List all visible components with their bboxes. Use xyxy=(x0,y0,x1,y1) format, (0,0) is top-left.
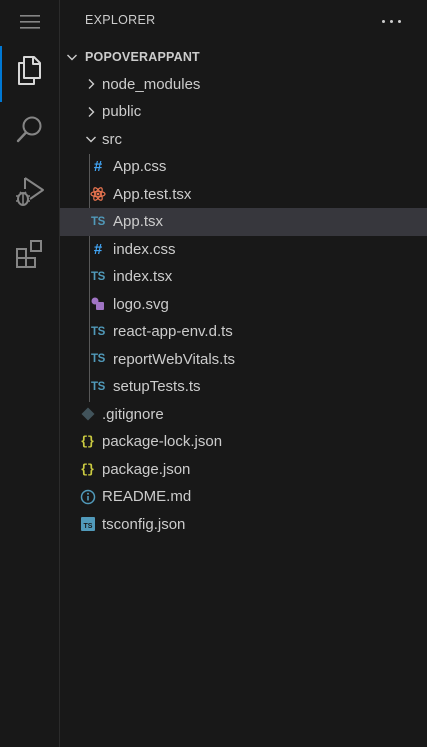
json-file-icon: {} xyxy=(80,461,95,477)
folder-src[interactable]: src xyxy=(60,126,427,154)
file-label: react-app-env.d.ts xyxy=(113,323,233,341)
file-react-app-env[interactable]: TS react-app-env.d.ts xyxy=(60,318,427,346)
file-label: tsconfig.json xyxy=(102,515,186,533)
file-logo-svg[interactable]: logo.svg xyxy=(60,291,427,319)
file-label: logo.svg xyxy=(113,295,169,313)
file-tsconfig[interactable]: TS tsconfig.json xyxy=(60,511,427,539)
file-label: package-lock.json xyxy=(102,433,223,451)
more-actions-button[interactable] xyxy=(378,8,404,34)
extensions-icon xyxy=(16,240,42,268)
run-debug-icon xyxy=(16,177,44,206)
file-label: reportWebVitals.ts xyxy=(113,350,235,368)
svg-text:TS: TS xyxy=(84,523,93,530)
ellipsis-icon xyxy=(379,19,403,23)
file-label: App.test.tsx xyxy=(113,185,192,203)
file-tree: POPOVERAPPANT node_modules public src # … xyxy=(60,43,427,538)
file-index-css[interactable]: # index.css xyxy=(60,236,427,264)
explorer-view-button[interactable] xyxy=(0,42,60,102)
typescript-icon: TS xyxy=(90,380,106,393)
css-file-icon: # xyxy=(93,158,103,176)
file-app-test[interactable]: App.test.tsx xyxy=(60,181,427,209)
typescript-icon: TS xyxy=(90,353,106,366)
file-label: README.md xyxy=(102,488,192,506)
file-label: package.json xyxy=(102,460,191,478)
file-package-json[interactable]: {} package.json xyxy=(60,456,427,484)
tree-root-folder[interactable]: POPOVERAPPANT xyxy=(60,43,427,71)
typescript-icon: TS xyxy=(90,270,106,283)
file-label: .gitignore xyxy=(102,405,164,423)
folder-label: src xyxy=(102,130,122,148)
file-app-css[interactable]: # App.css xyxy=(60,153,427,181)
typescript-icon: TS xyxy=(90,325,106,338)
folder-node-modules[interactable]: node_modules xyxy=(60,71,427,99)
root-folder-label: POPOVERAPPANT xyxy=(85,49,200,64)
file-label: index.css xyxy=(113,240,176,258)
file-app-tsx[interactable]: TS App.tsx xyxy=(60,208,427,236)
search-icon xyxy=(16,116,42,143)
chevron-right-icon xyxy=(83,104,99,120)
tsconfig-icon: TS xyxy=(79,515,97,533)
hamburger-menu-icon xyxy=(20,15,40,29)
file-label: App.css xyxy=(113,158,167,176)
file-label: index.tsx xyxy=(113,268,173,286)
extensions-view-button[interactable] xyxy=(0,226,60,282)
activity-bar xyxy=(0,0,60,747)
file-label: setupTests.ts xyxy=(113,378,201,396)
file-label: App.tsx xyxy=(113,213,164,231)
run-debug-view-button[interactable] xyxy=(0,164,60,220)
folder-label: public xyxy=(102,103,142,121)
gitignore-icon xyxy=(79,405,97,423)
file-setup-tests[interactable]: TS setupTests.ts xyxy=(60,373,427,401)
info-icon xyxy=(79,488,97,506)
chevron-right-icon xyxy=(83,76,99,92)
chevron-down-icon xyxy=(64,49,80,65)
explorer-header: EXPLORER xyxy=(60,0,427,42)
svg-file-icon xyxy=(89,295,107,313)
chevron-down-icon xyxy=(83,131,99,147)
css-file-icon: # xyxy=(93,240,103,258)
typescript-icon: TS xyxy=(90,215,106,228)
react-icon xyxy=(89,185,107,203)
files-icon xyxy=(18,56,41,85)
file-report-web-vitals[interactable]: TS reportWebVitals.ts xyxy=(60,346,427,374)
folder-label: node_modules xyxy=(102,75,201,93)
file-package-lock[interactable]: {} package-lock.json xyxy=(60,428,427,456)
json-file-icon: {} xyxy=(80,434,95,450)
file-readme[interactable]: README.md xyxy=(60,483,427,511)
file-index-tsx[interactable]: TS index.tsx xyxy=(60,263,427,291)
folder-public[interactable]: public xyxy=(60,98,427,126)
explorer-sidebar: EXPLORER POPOVERAPPANT node_modules publ… xyxy=(60,0,427,747)
search-view-button[interactable] xyxy=(0,102,60,158)
explorer-title: EXPLORER xyxy=(85,13,156,27)
file-gitignore[interactable]: .gitignore xyxy=(60,401,427,429)
